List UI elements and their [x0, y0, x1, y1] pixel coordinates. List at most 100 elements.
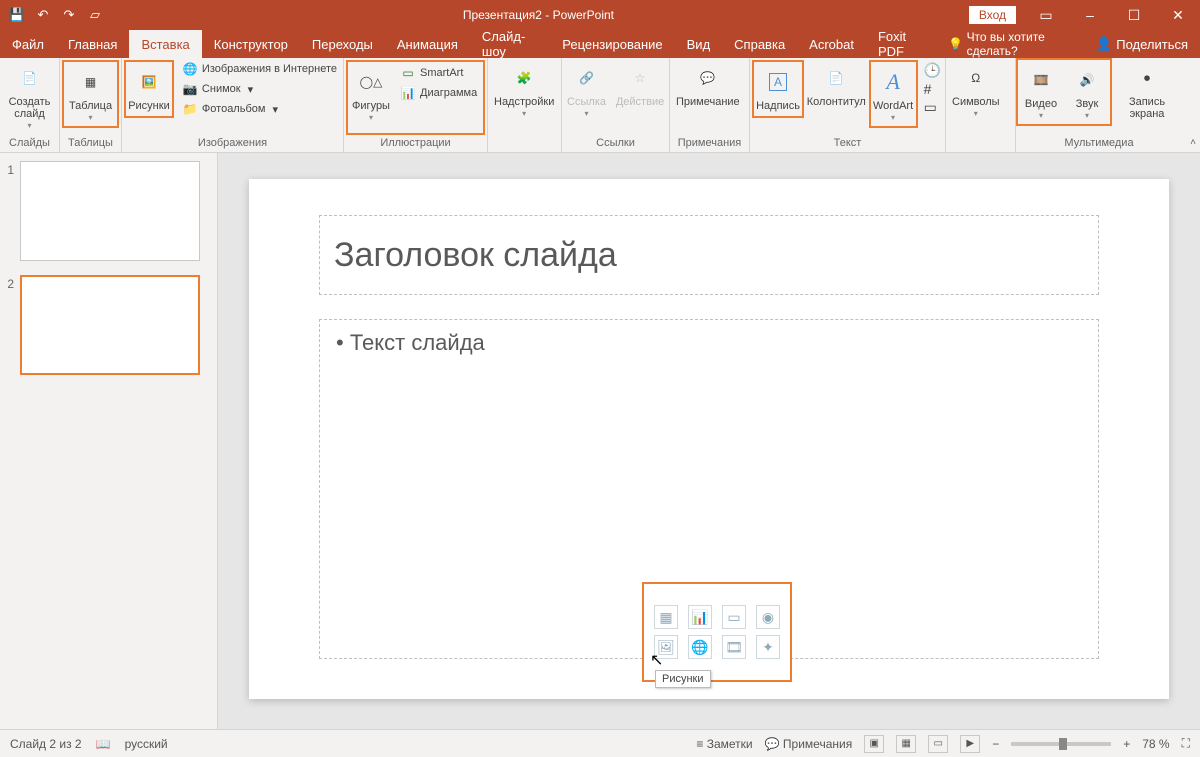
chart-button[interactable]: 📊Диаграмма — [398, 84, 479, 102]
smartart-icon: ▭ — [400, 65, 416, 81]
online-images-button[interactable]: 🌐Изображения в Интернете — [180, 60, 339, 78]
save-icon[interactable]: 💾 — [4, 1, 30, 29]
group-illustrations-label: Иллюстрации — [344, 137, 487, 152]
tab-view[interactable]: Вид — [675, 30, 723, 58]
slide-canvas[interactable]: Заголовок слайда • Текст слайда ▦ 📊 ▭ ◉ … — [249, 179, 1169, 699]
photo-album-button[interactable]: 📁Фотоальбом ▾ — [180, 100, 339, 118]
comment-button[interactable]: 💬 Примечание — [670, 58, 746, 112]
date-time-icon[interactable]: 🕒 — [924, 62, 941, 79]
globe-icon: 🌐 — [182, 61, 198, 77]
screenshot-icon: 📷 — [182, 81, 198, 97]
zoom-out-icon[interactable]: − — [992, 737, 999, 751]
table-icon: ▦ — [75, 66, 107, 98]
album-icon: 📁 — [182, 101, 198, 117]
symbols-button[interactable]: Ω Символы ▾ — [946, 58, 1006, 122]
thumb-number-1: 1 — [0, 161, 20, 177]
object-icon[interactable]: ▭ — [924, 99, 941, 116]
fit-to-window-icon[interactable]: ⛶ — [1182, 736, 1190, 751]
insert-3dmodel-icon[interactable]: ◉ — [756, 605, 780, 629]
ribbon: 📄 Создать слайд ▾ Слайды ▦ Таблица ▾ Таб… — [0, 58, 1200, 153]
login-button[interactable]: Вход — [969, 6, 1016, 24]
tab-animations[interactable]: Анимация — [385, 30, 470, 58]
screen-recording-button[interactable]: ⏺ Запись экрана — [1112, 58, 1182, 124]
smartart-button[interactable]: ▭SmartArt — [398, 64, 479, 82]
slide-number-icon[interactable]: # — [924, 81, 941, 97]
ribbon-display-icon[interactable]: ▭ — [1024, 1, 1068, 29]
group-links-label: Ссылки — [562, 137, 669, 152]
addins-button[interactable]: 🧩 Надстройки ▾ — [488, 58, 560, 122]
headerfooter-button[interactable]: 📄 Колонтитул — [806, 58, 867, 112]
insert-icon-icon[interactable]: ✦ — [756, 635, 780, 659]
body-placeholder[interactable]: • Текст слайда ▦ 📊 ▭ ◉ 🖼 🌐 🎞 ✦ — [319, 319, 1099, 659]
zoom-value[interactable]: 78 % — [1142, 737, 1169, 751]
tab-help[interactable]: Справка — [722, 30, 797, 58]
shapes-button[interactable]: ◯△ Фигуры ▾ — [348, 62, 394, 126]
reading-view-icon[interactable]: ▭ — [928, 735, 948, 753]
audio-icon: 🔊 — [1071, 64, 1103, 96]
workspace: 1 2 Заголовок слайда • Текст слайда ▦ 📊 … — [0, 153, 1200, 729]
action-icon: ☆ — [624, 62, 656, 94]
addins-icon: 🧩 — [508, 62, 540, 94]
spellcheck-icon[interactable]: 📖 — [96, 737, 111, 751]
tab-insert[interactable]: Вставка — [129, 30, 201, 58]
start-slideshow-icon[interactable]: ▱ — [82, 1, 108, 29]
tab-foxit[interactable]: Foxit PDF — [866, 30, 938, 58]
pictures-button[interactable]: 🖼️ Рисунки — [124, 60, 174, 118]
window-title: Презентация2 - PowerPoint — [108, 8, 969, 22]
video-button[interactable]: 🎞️ Видео ▾ — [1018, 60, 1064, 124]
comments-button[interactable]: 💬 Примечания — [765, 737, 853, 751]
notes-button[interactable]: ≡ Заметки — [696, 737, 752, 751]
insert-video-icon[interactable]: 🎞 — [722, 635, 746, 659]
collapse-ribbon-icon[interactable]: ˄ — [1190, 137, 1196, 148]
screenshot-button[interactable]: 📷Снимок ▾ — [180, 80, 339, 98]
tab-transitions[interactable]: Переходы — [300, 30, 385, 58]
slide-thumbnails: 1 2 — [0, 153, 218, 729]
title-placeholder-text: Заголовок слайда — [334, 236, 617, 275]
thumb-slide-2[interactable] — [20, 275, 200, 375]
zoom-slider[interactable] — [1011, 742, 1111, 746]
table-button[interactable]: ▦ Таблица ▾ — [62, 60, 119, 128]
undo-icon[interactable]: ↶ — [30, 1, 56, 29]
comment-icon: 💬 — [692, 62, 724, 94]
wordart-icon: A — [877, 66, 909, 98]
wordart-button[interactable]: A WordArt ▾ — [869, 60, 918, 128]
minimize-icon[interactable]: – — [1068, 1, 1112, 29]
share-button[interactable]: 👤 Поделиться — [1084, 30, 1200, 58]
status-language[interactable]: русский — [125, 737, 168, 751]
tab-design[interactable]: Конструктор — [202, 30, 300, 58]
mouse-cursor-icon: ↖ — [650, 650, 663, 670]
zoom-in-icon[interactable]: + — [1123, 737, 1130, 751]
tellme[interactable]: 💡 Что вы хотите сделать? — [938, 30, 1084, 58]
thumb-slide-1[interactable] — [20, 161, 200, 261]
chart-icon: 📊 — [400, 85, 416, 101]
new-slide-button[interactable]: 📄 Создать слайд ▾ — [0, 58, 59, 134]
tab-slideshow[interactable]: Слайд-шоу — [470, 30, 550, 58]
insert-online-picture-icon[interactable]: 🌐 — [688, 635, 712, 659]
tab-file[interactable]: Файл — [0, 30, 56, 58]
tab-review[interactable]: Рецензирование — [550, 30, 674, 58]
normal-view-icon[interactable]: ▣ — [864, 735, 884, 753]
audio-button[interactable]: 🔊 Звук ▾ — [1064, 60, 1110, 124]
maximize-icon[interactable]: ☐ — [1112, 1, 1156, 29]
link-icon: 🔗 — [571, 62, 603, 94]
title-placeholder[interactable]: Заголовок слайда — [319, 215, 1099, 295]
redo-icon[interactable]: ↷ — [56, 1, 82, 29]
slideshow-view-icon[interactable]: ▶ — [960, 735, 980, 753]
tab-acrobat[interactable]: Acrobat — [797, 30, 866, 58]
statusbar: Слайд 2 из 2 📖 русский ≡ Заметки 💬 Приме… — [0, 729, 1200, 757]
screen-recording-icon: ⏺ — [1131, 62, 1163, 94]
textbox-icon: A — [762, 66, 794, 98]
textbox-button[interactable]: A Надпись — [752, 60, 804, 118]
tab-home[interactable]: Главная — [56, 30, 129, 58]
thumb-number-2: 2 — [0, 275, 20, 291]
status-slide-number[interactable]: Слайд 2 из 2 — [10, 737, 82, 751]
insert-chart-icon[interactable]: 📊 — [688, 605, 712, 629]
insert-smartart-icon[interactable]: ▭ — [722, 605, 746, 629]
close-icon[interactable]: ✕ — [1156, 1, 1200, 29]
group-images-label: Изображения — [122, 137, 343, 152]
insert-table-icon[interactable]: ▦ — [654, 605, 678, 629]
sorter-view-icon[interactable]: ▦ — [896, 735, 916, 753]
new-slide-icon: 📄 — [14, 62, 46, 94]
slide-editor[interactable]: Заголовок слайда • Текст слайда ▦ 📊 ▭ ◉ … — [218, 153, 1200, 729]
group-comments-label: Примечания — [670, 137, 749, 152]
